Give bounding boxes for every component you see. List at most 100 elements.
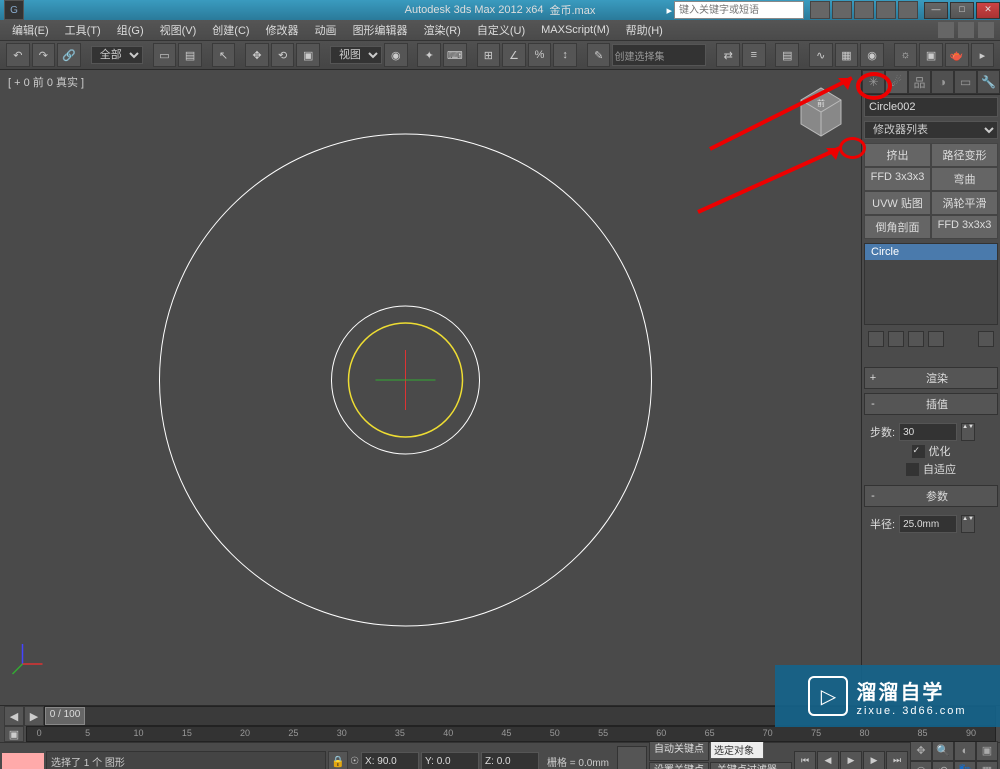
mirror-button[interactable]: ⇄ (716, 43, 740, 67)
time-config-prev-icon[interactable]: ◀ (4, 706, 24, 726)
goto-end-button[interactable]: ⏭ (886, 751, 908, 769)
menu-edit[interactable]: 编辑(E) (6, 20, 55, 40)
schematic-button[interactable]: ▦ (835, 43, 859, 67)
pin-stack-icon[interactable] (868, 331, 884, 347)
menu-tools[interactable]: 工具(T) (59, 20, 107, 40)
menu-create[interactable]: 创建(C) (206, 20, 255, 40)
child-restore-icon[interactable] (958, 22, 974, 38)
named-selection-input[interactable] (612, 44, 706, 66)
key-button[interactable] (617, 746, 647, 769)
play-button[interactable]: ▶ (840, 751, 862, 769)
utilities-tab[interactable]: 🔧 (977, 70, 1000, 94)
menu-graph-editors[interactable]: 图形编辑器 (347, 20, 414, 40)
menu-render[interactable]: 渲染(R) (418, 20, 467, 40)
snap-toggle-button[interactable]: ⊞ (477, 43, 501, 67)
menu-view[interactable]: 视图(V) (154, 20, 203, 40)
prev-frame-button[interactable]: ◀ (817, 751, 839, 769)
extrude-button[interactable]: 挤出 (864, 143, 931, 167)
uvw-map-button[interactable]: UVW 贴图 (864, 191, 931, 215)
optimize-checkbox[interactable] (912, 445, 925, 458)
rollout-render[interactable]: + 渲染 (864, 367, 998, 389)
render-setup-button[interactable]: ☼ (894, 43, 918, 67)
ref-coord-dropdown[interactable]: 视图 (330, 46, 382, 64)
goto-start-button[interactable]: ⏮ (794, 751, 816, 769)
rollout-interpolation[interactable]: - 插值 (864, 393, 998, 415)
mini-listener-icon[interactable]: ▣ (4, 726, 24, 742)
ffd-button-1[interactable]: FFD 3x3x3 (864, 167, 931, 191)
path-deform-button[interactable]: 路径变形 (931, 143, 998, 167)
steps-spinner[interactable]: ▲▼ (961, 423, 975, 441)
select-object-button[interactable]: ▭ (153, 43, 177, 67)
close-button[interactable]: ✕ (976, 2, 1000, 19)
zoom-extents-icon[interactable]: ▣ (976, 741, 998, 761)
steps-input[interactable] (899, 423, 957, 441)
align-button[interactable]: ≡ (742, 43, 766, 67)
menu-animation[interactable]: 动画 (309, 20, 343, 40)
bend-button[interactable]: 弯曲 (931, 167, 998, 191)
curve-editor-button[interactable]: ∿ (809, 43, 833, 67)
menu-customize[interactable]: 自定义(U) (471, 20, 531, 40)
menu-group[interactable]: 组(G) (111, 20, 150, 40)
undo-button[interactable]: ↶ (6, 43, 30, 67)
display-tab[interactable]: ▭ (954, 70, 977, 94)
coord-x-input[interactable] (361, 752, 419, 769)
viewcube[interactable]: 前 (791, 80, 851, 140)
help-icon[interactable] (898, 1, 918, 19)
rollout-parameters[interactable]: - 参数 (864, 485, 998, 507)
subscription-icon[interactable] (832, 1, 852, 19)
menu-modifiers[interactable]: 修改器 (260, 20, 305, 40)
selected-objects-input[interactable] (710, 741, 764, 759)
hierarchy-tab[interactable]: 品 (908, 70, 931, 94)
manipulate-button[interactable]: ✦ (417, 43, 441, 67)
favorites-icon[interactable] (876, 1, 896, 19)
time-config-next-icon[interactable]: ▶ (24, 706, 44, 726)
select-cursor-button[interactable]: ↖ (212, 43, 236, 67)
motion-tab[interactable]: ◑ (931, 70, 954, 94)
app-menu-icon[interactable]: G (4, 0, 24, 20)
pivot-button[interactable]: ◉ (384, 43, 408, 67)
lock-selection-icon[interactable]: 🔒 (328, 751, 348, 769)
material-editor-button[interactable]: ◉ (860, 43, 884, 67)
pan-icon[interactable]: ✥ (910, 741, 932, 761)
ffd-button-2[interactable]: FFD 3x3x3 (931, 215, 998, 239)
zoom-all-icon[interactable]: ◎ (910, 761, 932, 769)
redo-button[interactable]: ↷ (32, 43, 56, 67)
keyboard-shortcut-button[interactable]: ⌨ (443, 43, 467, 67)
adaptive-checkbox[interactable] (906, 463, 919, 476)
modify-tab[interactable]: ☄ (885, 70, 908, 94)
remove-modifier-icon[interactable] (928, 331, 944, 347)
make-unique-icon[interactable] (908, 331, 924, 347)
object-name-input[interactable] (864, 97, 998, 117)
percent-snap-button[interactable]: % (528, 43, 552, 67)
coord-z-input[interactable] (481, 752, 539, 769)
next-frame-button[interactable]: ▶ (863, 751, 885, 769)
edit-named-sel-button[interactable]: ✎ (587, 43, 611, 67)
angle-snap-button[interactable]: ∠ (502, 43, 526, 67)
scale-button[interactable]: ▣ (296, 43, 320, 67)
configure-sets-icon[interactable] (978, 331, 994, 347)
link-button[interactable]: 🔗 (57, 43, 81, 67)
time-slider-thumb[interactable]: 0 / 100 (45, 707, 85, 725)
coord-y-input[interactable] (421, 752, 479, 769)
auto-key-button[interactable]: 自动关键点 (649, 741, 709, 761)
zoom-icon[interactable]: 🔍 (932, 741, 954, 761)
minimize-button[interactable]: — (924, 2, 948, 19)
maximize-button[interactable]: □ (950, 2, 974, 19)
walk-icon[interactable]: 👣 (954, 761, 976, 769)
radius-input[interactable] (899, 515, 957, 533)
viewport[interactable]: [ + 0 前 0 真实 ] 前 (0, 70, 861, 705)
time-ruler[interactable]: 051015202530354045505560657075808590 (26, 726, 996, 742)
menu-help[interactable]: 帮助(H) (620, 20, 669, 40)
key-filters-button[interactable]: 关键点过滤器... (710, 762, 792, 769)
render-button[interactable]: 🫖 (945, 43, 969, 67)
selection-filter-dropdown[interactable]: 全部 (91, 46, 143, 64)
select-by-name-button[interactable]: ▤ (178, 43, 202, 67)
radius-spinner[interactable]: ▲▼ (961, 515, 975, 533)
layer-button[interactable]: ▤ (775, 43, 799, 67)
orbit-icon[interactable]: ⟲ (932, 761, 954, 769)
set-key-button[interactable]: 设置关键点 (649, 762, 709, 769)
stack-item-circle[interactable]: Circle (865, 244, 997, 260)
keyword-search-input[interactable] (674, 1, 804, 19)
communication-icon[interactable] (854, 1, 874, 19)
create-tab[interactable]: ✳ (862, 70, 885, 94)
